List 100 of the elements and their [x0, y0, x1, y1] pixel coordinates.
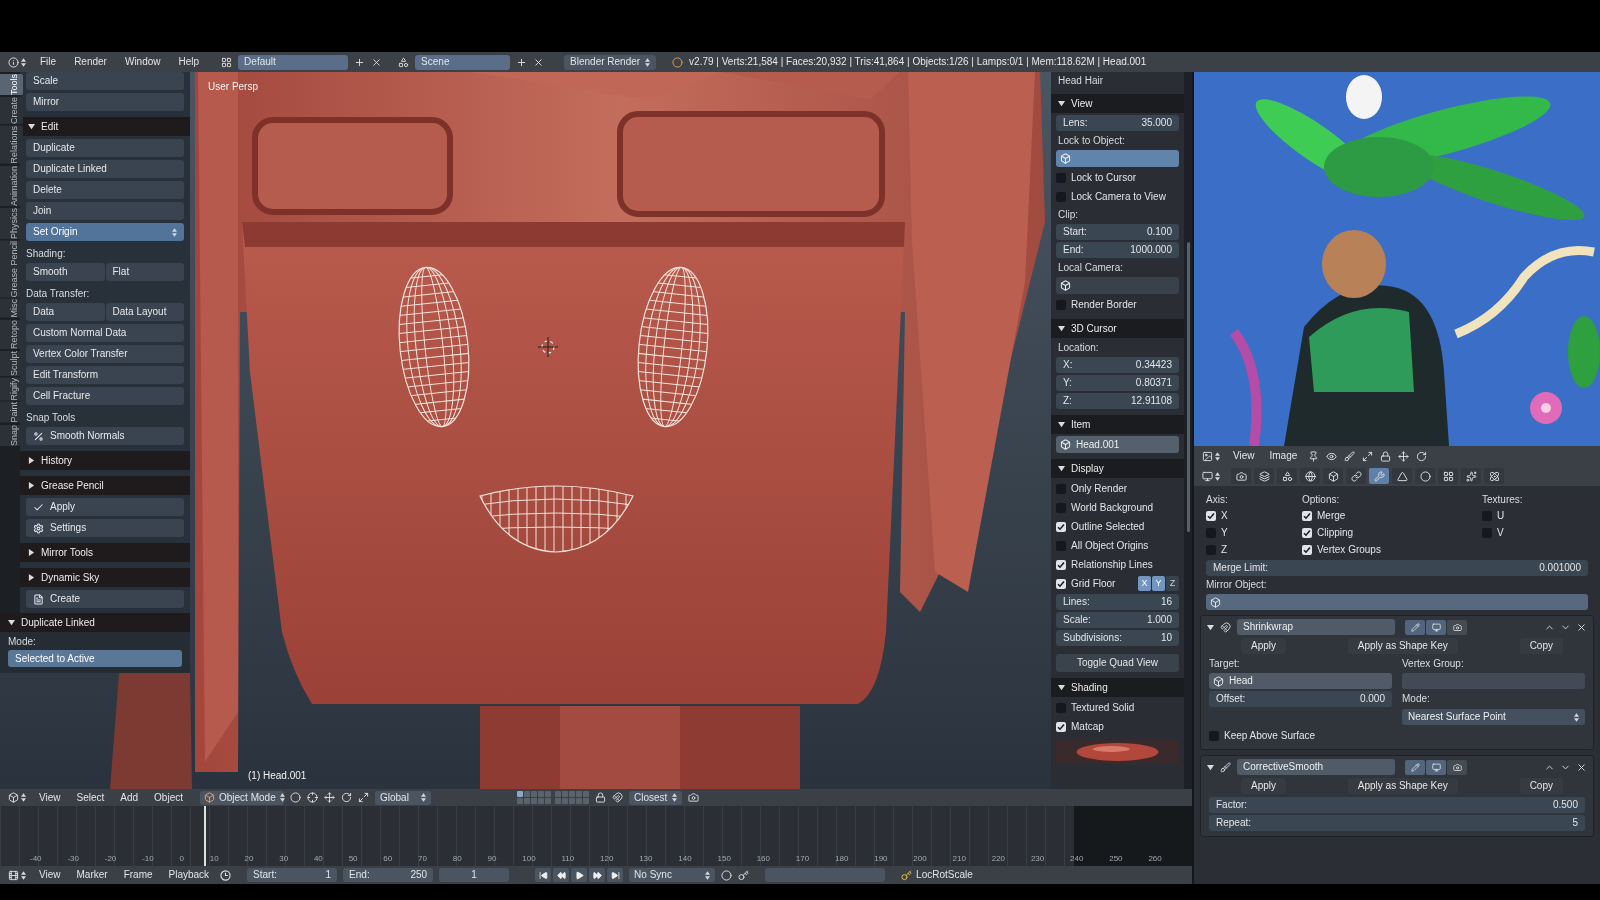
keying-set-field[interactable] [765, 868, 886, 882]
manipulator-button[interactable] [324, 792, 335, 803]
context-tab[interactable] [1277, 468, 1297, 484]
mode-dropdown[interactable]: Object Mode [200, 790, 284, 805]
tool-button[interactable]: Custom Normal Data [26, 324, 184, 342]
render-toggle[interactable] [1447, 619, 1467, 635]
tool-button[interactable]: Delete [26, 181, 184, 199]
name-field[interactable]: Head.001 [1056, 436, 1179, 453]
panel-header[interactable]: Duplicate Linked [0, 613, 190, 632]
number-field[interactable]: Factor: 0.500 [1209, 797, 1585, 813]
sidebar-tab[interactable]: Tools [0, 74, 23, 95]
sidebar-tab[interactable]: Misc [0, 299, 23, 318]
axis-toggle[interactable]: Z [1166, 576, 1179, 591]
tool-button[interactable]: Vertex Color Transfer [26, 345, 184, 363]
dropdown[interactable]: Nearest Surface Point [1402, 709, 1585, 725]
checkbox[interactable] [1482, 527, 1492, 538]
number-field[interactable]: Repeat: 5 [1209, 815, 1585, 831]
context-tab[interactable] [1231, 468, 1251, 484]
checkbox[interactable] [1056, 721, 1066, 732]
context-tab[interactable] [1484, 468, 1504, 484]
editor-type-button[interactable] [1200, 450, 1222, 462]
shading-button[interactable] [290, 792, 301, 803]
play-button[interactable] [571, 868, 588, 882]
jump-end-button[interactable] [607, 868, 624, 882]
checkbox[interactable] [1056, 578, 1066, 589]
dropdown[interactable]: Selected to Active [8, 650, 182, 667]
tool-button[interactable]: Data Layout [105, 303, 184, 321]
action-button[interactable]: Copy [1519, 638, 1563, 654]
lock-button[interactable] [595, 792, 606, 803]
tool-button[interactable]: Mirror [26, 93, 184, 111]
panel-header[interactable]: Edit [20, 117, 190, 136]
checkbox[interactable] [1056, 521, 1066, 532]
checkbox[interactable] [1056, 702, 1066, 713]
realtime-toggle[interactable] [1426, 619, 1446, 635]
panel-header[interactable]: Shading [1051, 678, 1184, 697]
panel-header[interactable]: 3D Cursor [1051, 319, 1184, 338]
checkbox[interactable] [1206, 510, 1216, 521]
checkbox[interactable] [1056, 191, 1066, 202]
preview-range-button[interactable] [220, 869, 232, 881]
menu-item[interactable]: Frame [118, 870, 158, 880]
sidebar-tab[interactable]: Sculpt [0, 350, 23, 376]
tool-button[interactable]: Edit Transform [26, 366, 184, 384]
name-field[interactable]: Shrinkwrap [1237, 619, 1395, 635]
sidebar-tab[interactable]: Grease Pencil [0, 240, 23, 298]
menu-item[interactable]: File [34, 57, 63, 67]
number-field[interactable]: Lens: 35.000 [1056, 115, 1179, 131]
record-button[interactable] [721, 869, 733, 881]
scene-dropdown[interactable]: Scene [415, 54, 511, 70]
menu-item[interactable]: View [34, 792, 66, 803]
orientation-dropdown[interactable]: Global [375, 790, 431, 805]
context-tab[interactable] [1461, 468, 1481, 484]
action-button[interactable]: Apply as Shape Key [1347, 778, 1458, 794]
snap-button[interactable] [612, 792, 623, 803]
context-tab[interactable] [1438, 468, 1458, 484]
editor-type-button[interactable] [1200, 470, 1222, 482]
close-button[interactable] [1576, 761, 1587, 773]
checkbox[interactable] [1206, 544, 1216, 555]
context-tab[interactable] [1254, 468, 1274, 484]
menu-item[interactable]: Playback [163, 870, 215, 880]
number-field[interactable]: Z: 12.91108 [1056, 393, 1179, 409]
checkbox[interactable] [1056, 299, 1066, 310]
panel-header[interactable]: Dynamic Sky [20, 568, 190, 587]
keying-set-button[interactable]: LocRotScale [901, 869, 973, 881]
panel-header[interactable]: View [1051, 94, 1184, 113]
checkbox[interactable] [1056, 502, 1066, 513]
context-tab[interactable] [1415, 468, 1435, 484]
number-field[interactable]: X: 0.34423 [1056, 357, 1179, 373]
pivot-button[interactable] [307, 792, 318, 803]
context-tab[interactable] [1346, 468, 1366, 484]
text-button[interactable]: Toggle Quad View [1056, 654, 1179, 672]
menu-item[interactable]: Render [68, 57, 113, 67]
checkbox[interactable] [1056, 540, 1066, 551]
object-field[interactable] [1206, 594, 1588, 610]
edit-mode-toggle[interactable] [1405, 619, 1425, 635]
menu-item[interactable]: Window [118, 57, 167, 67]
context-tab[interactable] [1300, 468, 1320, 484]
snap-element-dropdown[interactable]: Closest [629, 790, 683, 805]
tool-button[interactable]: Duplicate Linked [26, 160, 184, 178]
menu-item[interactable]: Object [149, 792, 188, 803]
panel-header[interactable]: Item [1051, 415, 1184, 434]
number-field[interactable]: Start: 1 [247, 868, 338, 882]
number-field[interactable]: Y: 0.80371 [1056, 375, 1179, 391]
checkbox[interactable] [1302, 544, 1312, 555]
toolbar-button[interactable] [1308, 450, 1320, 462]
sidebar-tab[interactable]: Retopo [0, 319, 23, 349]
sync-dropdown[interactable]: No Sync [629, 868, 716, 882]
menu-item[interactable]: Help [172, 57, 206, 67]
next-keyframe-button[interactable] [589, 868, 606, 882]
toolbar-button[interactable] [1326, 450, 1338, 462]
sidebar-tab[interactable]: Relations [0, 126, 23, 164]
rotate-button[interactable] [341, 792, 352, 803]
tool-button[interactable]: Join [26, 202, 184, 220]
checkbox[interactable] [1209, 730, 1219, 741]
panel-header[interactable]: History [20, 451, 190, 470]
number-field[interactable]: End: 1000.000 [1056, 242, 1179, 258]
vertex-group-field[interactable] [1402, 673, 1585, 689]
menu-item[interactable]: Marker [71, 870, 113, 880]
scrollbar-thumb[interactable] [1186, 242, 1190, 532]
toolbar-button[interactable] [1362, 450, 1374, 462]
sidebar-tab[interactable]: Snap [0, 424, 23, 446]
